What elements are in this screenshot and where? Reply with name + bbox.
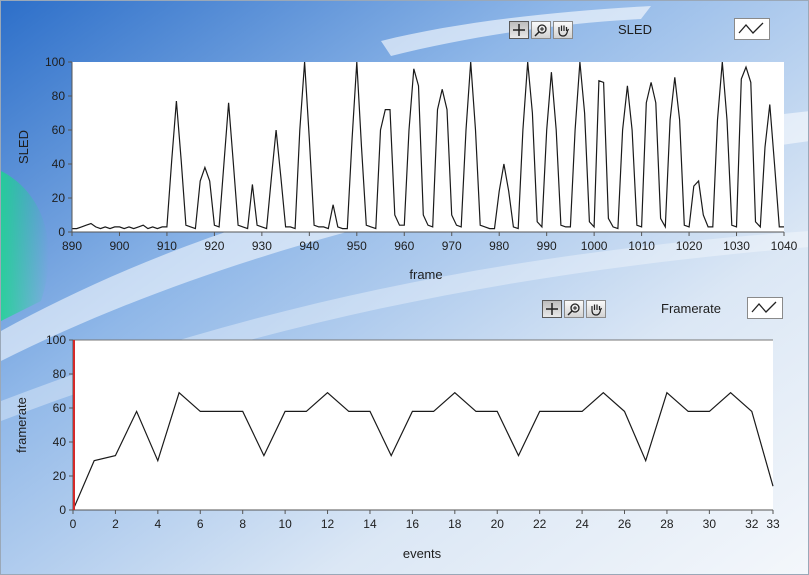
y-tick-label: 20 [53,469,67,483]
x-tick-label: 12 [321,517,335,531]
x-tick-label: 24 [575,517,589,531]
plot-area [73,340,773,510]
x-tick-label: 22 [533,517,547,531]
x-axis-title: events [403,546,442,561]
y-tick-label: 40 [53,435,67,449]
x-tick-labels: 0 2 4 6 8 10 12 14 16 18 20 22 24 26 28 30 32 33 [70,510,780,531]
x-tick-label: 26 [618,517,632,531]
x-tick-label: 33 [766,517,780,531]
x-tick-label: 8 [239,517,246,531]
y-tick-label: 100 [46,333,66,347]
x-tick-label: 14 [363,517,377,531]
x-tick-label: 20 [491,517,505,531]
x-tick-label: 28 [660,517,674,531]
y-tick-labels: 0 20 40 60 80 100 [46,333,73,517]
x-tick-label: 4 [155,517,162,531]
y-tick-label: 80 [53,367,67,381]
x-tick-label: 6 [197,517,204,531]
x-tick-label: 10 [278,517,292,531]
x-tick-label: 0 [70,517,77,531]
y-axis-title: framerate [14,397,29,453]
framerate-chart[interactable]: 0 2 4 6 8 10 12 14 16 18 20 22 24 26 28 30 32 33 02040608… [1,1,809,575]
x-tick-label: 16 [406,517,420,531]
graph-panel: SLED Framerate 890 900 910 920 930 940 950 960 9… [0,0,809,575]
x-tick-label: 18 [448,517,462,531]
y-tick-label: 0 [59,503,66,517]
y-tick-label: 60 [53,401,67,415]
x-tick-label: 2 [112,517,119,531]
x-tick-label: 32 [745,517,759,531]
x-tick-label: 30 [703,517,717,531]
